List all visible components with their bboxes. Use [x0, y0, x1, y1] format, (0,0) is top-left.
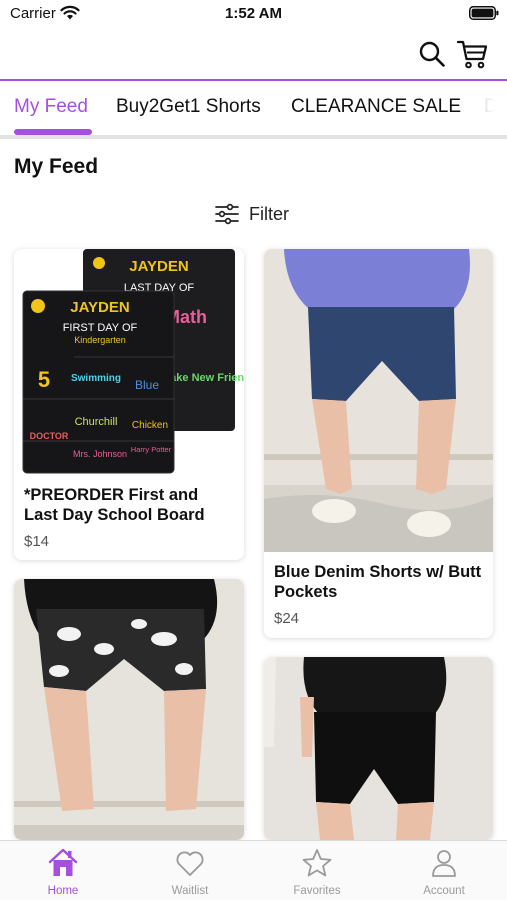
board-activity: Swimming — [71, 373, 121, 384]
nav-favorites[interactable]: Favorites — [254, 841, 380, 900]
tabs-divider — [0, 135, 507, 139]
board-job: DOCTOR — [30, 431, 69, 441]
chalkboard-illustration: JAYDEN LAST DAY OF Math Make New Friends… — [22, 249, 244, 474]
product-card[interactable] — [14, 579, 244, 840]
tie-dye-shorts-photo — [14, 579, 244, 840]
cart-icon[interactable] — [456, 38, 488, 70]
product-price: $14 — [24, 533, 50, 550]
nav-account-label: Account — [423, 885, 465, 897]
product-card[interactable]: JAYDEN LAST DAY OF Math Make New Friends… — [14, 249, 244, 560]
nav-waitlist[interactable]: Waitlist — [127, 841, 253, 900]
app-header — [0, 28, 507, 80]
sliders-icon — [215, 203, 239, 225]
battery-icon — [469, 6, 499, 20]
denim-shorts-photo — [264, 249, 493, 552]
board-school: Churchill — [75, 416, 118, 428]
nav-home-label: Home — [47, 885, 79, 897]
nav-account[interactable]: Account — [381, 841, 507, 900]
category-tabs[interactable]: My Feed Buy2Get1 Shorts CLEARANCE SALE D — [0, 82, 507, 136]
product-title: Blue Denim Shorts w/ Butt Pockets — [274, 563, 482, 601]
black-shorts-photo — [264, 657, 493, 840]
home-icon — [48, 848, 78, 876]
product-image: JAYDEN LAST DAY OF Math Make New Friends… — [14, 249, 244, 479]
search-icon[interactable] — [418, 40, 446, 68]
page-title: My Feed — [14, 155, 99, 178]
tab-clearance-sale[interactable]: CLEARANCE SALE — [291, 96, 461, 118]
board-grade: Kindergarten — [74, 335, 126, 345]
product-card[interactable]: Blue Denim Shorts w/ Butt Pockets $24 — [264, 249, 493, 638]
board-book: Harry Potter — [131, 445, 172, 454]
tab-buy2get1-shorts[interactable]: Buy2Get1 Shorts — [116, 96, 261, 118]
product-card[interactable] — [264, 657, 493, 840]
header-divider — [0, 79, 507, 81]
tabs-fade — [470, 82, 507, 136]
board-teacher: Mrs. Johnson — [73, 449, 127, 459]
product-image — [264, 249, 493, 552]
nav-home[interactable]: Home — [0, 841, 126, 900]
board-food: Chicken — [132, 420, 168, 431]
tab-my-feed[interactable]: My Feed — [14, 96, 88, 118]
product-title: *PREORDER First and Last Day School Boar… — [24, 486, 205, 524]
board-color: Blue — [135, 378, 159, 392]
product-image — [264, 657, 493, 840]
bottom-tab-bar: Home Waitlist Favorites Account — [0, 840, 507, 900]
board-age: 5 — [38, 367, 50, 392]
filter-label: Filter — [249, 203, 289, 224]
nav-waitlist-label: Waitlist — [171, 885, 209, 897]
heart-icon — [176, 851, 204, 876]
product-price: $24 — [274, 610, 300, 627]
status-time: 1:52 AM — [225, 5, 282, 22]
board-front-name: JAYDEN — [70, 299, 129, 316]
person-icon — [432, 850, 456, 877]
board-front-caption: FIRST DAY OF — [63, 322, 138, 334]
star-icon — [302, 849, 332, 877]
nav-favorites-label: Favorites — [293, 885, 341, 897]
product-image — [14, 579, 244, 840]
board-back-name: JAYDEN — [129, 258, 188, 275]
filter-button[interactable]: Filter — [215, 201, 289, 227]
status-bar: Carrier 1:52 AM — [0, 0, 507, 28]
